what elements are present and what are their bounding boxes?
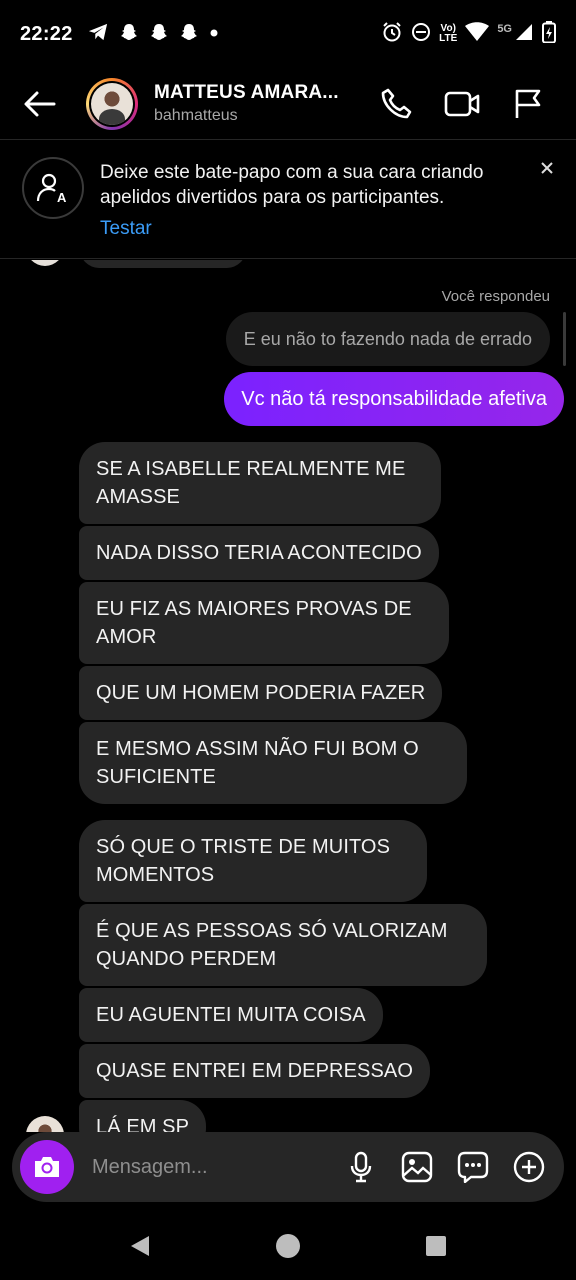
nav-home-button[interactable] xyxy=(273,1231,303,1261)
svg-text:A: A xyxy=(57,190,67,205)
received-message-partial xyxy=(80,260,246,268)
gallery-icon xyxy=(401,1151,433,1183)
nav-back-button[interactable] xyxy=(125,1231,155,1261)
wifi-icon xyxy=(465,21,490,47)
battery-icon xyxy=(542,20,556,48)
sender-avatar[interactable] xyxy=(26,1116,64,1132)
recents-square-icon xyxy=(426,1236,446,1256)
status-time: 22:22 xyxy=(20,22,73,45)
flag-icon xyxy=(515,89,541,118)
dot-icon xyxy=(209,25,219,43)
report-button[interactable] xyxy=(508,84,548,124)
microphone-icon xyxy=(350,1151,372,1183)
avatar-image xyxy=(91,82,133,125)
status-system-icons: Vo) LTE 5G xyxy=(381,20,556,48)
reply-indicator-bar xyxy=(563,312,566,366)
telegram-icon xyxy=(87,22,109,47)
phone-icon xyxy=(381,88,412,118)
received-message[interactable]: SE A ISABELLE REALMENTE ME AMASSE xyxy=(79,442,441,524)
status-notification-icons xyxy=(87,22,219,47)
dnd-icon xyxy=(411,22,431,47)
message-input[interactable] xyxy=(92,1155,312,1179)
camera-icon xyxy=(35,1157,59,1177)
home-circle-icon xyxy=(276,1234,300,1258)
received-message[interactable]: E MESMO ASSIM NÃO FUI BOM O SUFICIENTE xyxy=(79,722,467,804)
snapchat-icon xyxy=(119,22,139,47)
profile-avatar[interactable] xyxy=(86,77,138,130)
back-button[interactable] xyxy=(20,84,60,124)
message-list[interactable]: Você respondeu E eu não to fazendo nada … xyxy=(0,260,576,1132)
system-navigation-bar xyxy=(0,1212,576,1280)
nav-recents-button[interactable] xyxy=(421,1231,451,1261)
received-message[interactable]: QUE UM HOMEM PODERIA FAZER xyxy=(79,666,443,720)
snapchat-icon xyxy=(149,22,169,47)
replied-label: Você respondeu xyxy=(441,288,550,305)
received-message[interactable]: EU AGUENTEI MUITA COISA xyxy=(79,988,383,1042)
banner-text: Deixe este bate-papo com a sua cara cria… xyxy=(100,162,484,208)
received-message[interactable]: EU FIZ AS MAIORES PROVAS DE AMOR xyxy=(79,582,449,664)
signal-type-label: 5G xyxy=(497,23,512,35)
chat-header: MATTEUS AMARA... bahmatteus xyxy=(0,68,576,140)
received-message[interactable]: LÁ EM SP xyxy=(79,1100,207,1132)
banner-close-button[interactable] xyxy=(538,159,556,177)
status-bar: 22:22 Vo) LTE 5G xyxy=(0,0,576,68)
received-message[interactable]: SÓ QUE O TRISTE DE MUITOS MOMENTOS xyxy=(79,820,427,902)
video-call-button[interactable] xyxy=(442,84,482,124)
header-actions xyxy=(376,84,548,124)
nickname-banner: A Deixe este bate-papo com a sua cara cr… xyxy=(0,141,576,259)
back-arrow-icon xyxy=(24,91,56,116)
camera-button[interactable] xyxy=(20,1140,74,1194)
sticker-icon xyxy=(457,1151,489,1183)
sticker-button[interactable] xyxy=(456,1150,490,1184)
composer-actions xyxy=(344,1150,546,1184)
voice-message-button[interactable] xyxy=(344,1150,378,1184)
banner-try-link[interactable]: Testar xyxy=(100,218,152,240)
signal-icon xyxy=(514,22,534,47)
received-message[interactable]: É QUE AS PESSOAS SÓ VALORIZAM QUANDO PER… xyxy=(79,904,487,986)
close-icon xyxy=(541,162,553,174)
network-type: Vo) LTE xyxy=(439,23,458,44)
received-message[interactable]: QUASE ENTREI EM DEPRESSAO xyxy=(79,1044,431,1098)
message-composer xyxy=(12,1132,564,1202)
call-button[interactable] xyxy=(376,84,416,124)
received-message[interactable]: NADA DISSO TERIA ACONTECIDO xyxy=(79,526,439,580)
more-options-button[interactable] xyxy=(512,1150,546,1184)
profile-username: bahmatteus xyxy=(154,107,238,124)
banner-icon-circle: A xyxy=(22,157,84,219)
alarm-icon xyxy=(381,21,403,48)
reply-quote[interactable]: E eu não to fazendo nada de errado xyxy=(225,312,550,366)
profile-info[interactable]: MATTEUS AMARA... bahmatteus xyxy=(154,82,339,125)
snapchat-icon xyxy=(179,22,199,47)
sent-message[interactable]: Vc não tá responsabilidade afetiva xyxy=(224,372,564,426)
user-nickname-icon: A xyxy=(36,173,67,205)
sender-avatar xyxy=(26,260,64,266)
plus-icon xyxy=(513,1151,545,1183)
video-camera-icon xyxy=(444,91,480,116)
back-triangle-icon xyxy=(131,1236,149,1256)
profile-name: MATTEUS AMARA... xyxy=(154,82,339,103)
gallery-button[interactable] xyxy=(400,1150,434,1184)
